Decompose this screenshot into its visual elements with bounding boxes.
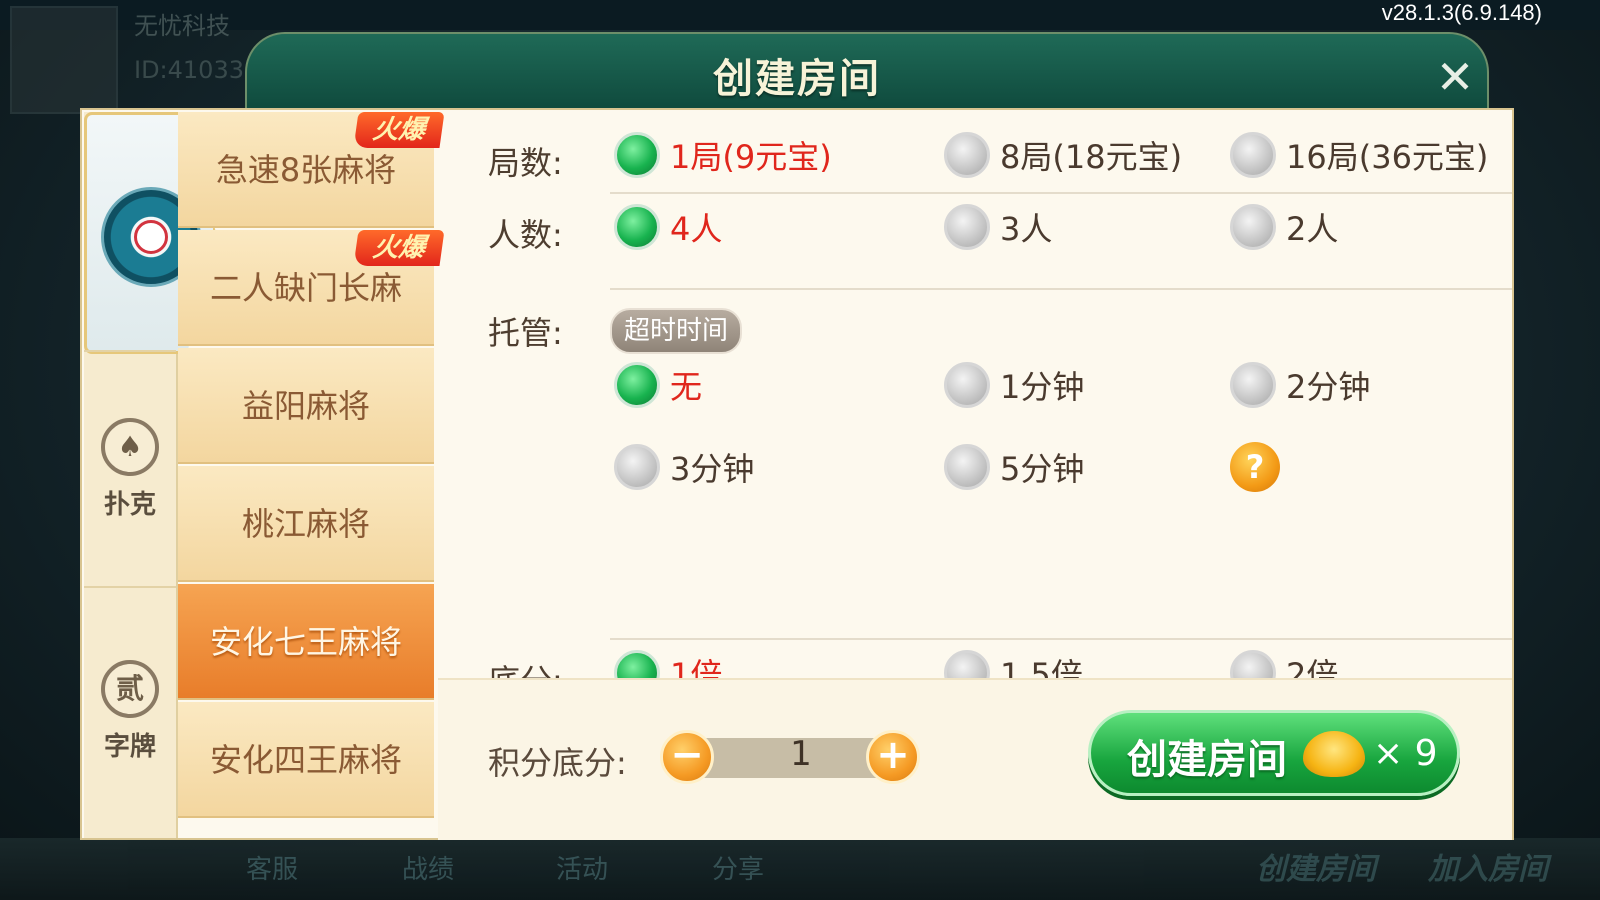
game-item-label: 二人缺门长麻: [209, 269, 402, 307]
nav-share[interactable]: 分享: [712, 849, 764, 886]
er-icon: 贰: [101, 660, 159, 718]
game-item-label: 桃江麻将: [241, 505, 370, 543]
trustee-option-3[interactable]: 3分钟: [614, 444, 754, 490]
radio-unselected[interactable]: [1230, 132, 1276, 178]
rounds-option-0[interactable]: 1局(9元宝): [614, 132, 832, 178]
trustee-option-label: 5分钟: [1000, 450, 1085, 488]
game-item-3[interactable]: 桃江麻将: [178, 466, 434, 582]
spade-icon: ♠: [101, 418, 159, 476]
rounds-option-label: 16局(36元宝): [1286, 138, 1489, 176]
nav-service[interactable]: 客服: [246, 849, 298, 886]
rounds-option-2[interactable]: 16局(36元宝): [1230, 132, 1488, 178]
radio-selected[interactable]: [614, 204, 660, 250]
version-label: v28.1.3(6.9.148): [1381, 0, 1542, 25]
players-option-1[interactable]: 3人: [944, 204, 1052, 250]
trustee-label: 托管:: [488, 314, 563, 352]
category-zipai[interactable]: 贰 字牌: [84, 660, 176, 763]
nav-records[interactable]: 战绩: [402, 849, 454, 886]
players-option-label: 4人: [670, 210, 723, 248]
create-room-cost: × 9: [1373, 733, 1438, 774]
hot-badge: 火爆: [353, 112, 445, 148]
players-option-2[interactable]: 2人: [1230, 204, 1338, 250]
radio-unselected[interactable]: [1230, 204, 1276, 250]
rounds-option-label: 8局(18元宝): [1000, 138, 1183, 176]
rounds-option-1[interactable]: 8局(18元宝): [944, 132, 1182, 178]
radio-unselected[interactable]: [614, 444, 660, 490]
radio-selected[interactable]: [614, 362, 660, 408]
game-item-5[interactable]: 安化四王麻将: [178, 702, 434, 818]
trustee-option-4[interactable]: 5分钟: [944, 444, 1084, 490]
game-item-label: 急速8张麻将: [215, 151, 397, 189]
radio-unselected[interactable]: [1230, 362, 1276, 408]
help-icon[interactable]: ?: [1230, 442, 1280, 492]
dialog-title: 创建房间: [713, 56, 881, 102]
trustee-option-1[interactable]: 1分钟: [944, 362, 1084, 408]
radio-unselected[interactable]: [944, 204, 990, 250]
trustee-option-label: 2分钟: [1286, 368, 1371, 406]
rounds-label: 局数:: [488, 144, 563, 182]
lobby-create-room-button[interactable]: 创建房间: [1256, 844, 1376, 888]
timeout-tag: 超时时间: [610, 308, 743, 354]
gold-ingot-icon: [1303, 731, 1365, 777]
category-poker[interactable]: ♠ 扑克: [84, 418, 176, 521]
radio-selected[interactable]: [614, 132, 660, 178]
minus-button[interactable]: −: [660, 730, 714, 784]
dialog-panel: ♠ 扑克 贰 字牌 急速8张麻将 火爆 二人缺门长麻 火爆 益阳麻将 桃江麻将 …: [80, 108, 1514, 840]
players-option-0[interactable]: 4人: [614, 204, 722, 250]
players-option-label: 3人: [1000, 210, 1053, 248]
nav-activity[interactable]: 活动: [556, 849, 608, 886]
divider: [610, 288, 1512, 290]
players-label: 人数:: [488, 216, 563, 254]
close-button[interactable]: ✕: [1430, 52, 1480, 102]
trustee-option-label: 1分钟: [1000, 368, 1085, 406]
radio-unselected[interactable]: [944, 444, 990, 490]
base-option-2[interactable]: 2倍: [1230, 650, 1338, 678]
radio-unselected[interactable]: [944, 650, 990, 678]
game-item-label: 安化四王麻将: [209, 741, 402, 779]
radio-unselected[interactable]: [944, 362, 990, 408]
category-poker-label: 扑克: [103, 490, 156, 520]
hot-badge: 火爆: [353, 230, 445, 266]
base-option-1[interactable]: 1.5倍: [944, 650, 1083, 678]
game-list: 急速8张麻将 火爆 二人缺门长麻 火爆 益阳麻将 桃江麻将 安化七王麻将 安化四…: [178, 112, 445, 838]
players-option-label: 2人: [1286, 210, 1339, 248]
lobby-join-room-button[interactable]: 加入房间: [1428, 844, 1548, 888]
trustee-option-label: 无: [670, 368, 703, 406]
game-item-label: 益阳麻将: [241, 387, 370, 425]
category-zipai-label: 字牌: [103, 732, 156, 762]
score-base-label: 积分底分:: [488, 744, 627, 782]
game-item-1[interactable]: 二人缺门长麻 火爆: [178, 230, 445, 346]
radio-unselected[interactable]: [944, 132, 990, 178]
trustee-option-2[interactable]: 2分钟: [1230, 362, 1370, 408]
divider: [610, 638, 1512, 640]
base-option-label: 2倍: [1286, 656, 1339, 678]
base-option-label: 1倍: [670, 656, 723, 678]
trustee-option-label: 3分钟: [670, 450, 755, 488]
game-item-label: 安化七王麻将: [209, 623, 402, 661]
options-area: 局数: 1局(9元宝) 8局(18元宝) 16局(36元宝) 人数: 4人 3人…: [438, 112, 1512, 678]
plus-button[interactable]: +: [866, 730, 920, 784]
game-item-2[interactable]: 益阳麻将: [178, 348, 434, 464]
create-room-button[interactable]: 创建房间 × 9: [1088, 710, 1460, 796]
create-room-label: 创建房间: [1127, 737, 1287, 783]
game-item-0[interactable]: 急速8张麻将 火爆: [178, 112, 445, 228]
base-option-0[interactable]: 1倍: [614, 650, 722, 678]
lobby-bottom-bar: 客服 战绩 活动 分享 创建房间 加入房间: [0, 838, 1600, 900]
footer-strip: 积分底分: 1 − + 创建房间 × 9: [438, 678, 1512, 840]
create-room-dialog: 创建房间 ✕ ♠ 扑克 贰 字牌 急速8张麻将 火爆 二人缺门长麻 火爆 益阳麻…: [80, 32, 1514, 840]
radio-selected[interactable]: [614, 650, 660, 678]
game-item-4[interactable]: 安化七王麻将: [178, 584, 434, 700]
divider: [610, 192, 1512, 194]
lobby-top-bar: [0, 0, 1600, 30]
category-column: ♠ 扑克 贰 字牌: [84, 112, 216, 838]
base-label: 底分:: [488, 656, 563, 678]
radio-unselected[interactable]: [1230, 650, 1276, 678]
rounds-option-label: 1局(9元宝): [670, 138, 832, 176]
base-option-label: 1.5倍: [1000, 656, 1083, 678]
trustee-option-0[interactable]: 无: [614, 362, 702, 408]
